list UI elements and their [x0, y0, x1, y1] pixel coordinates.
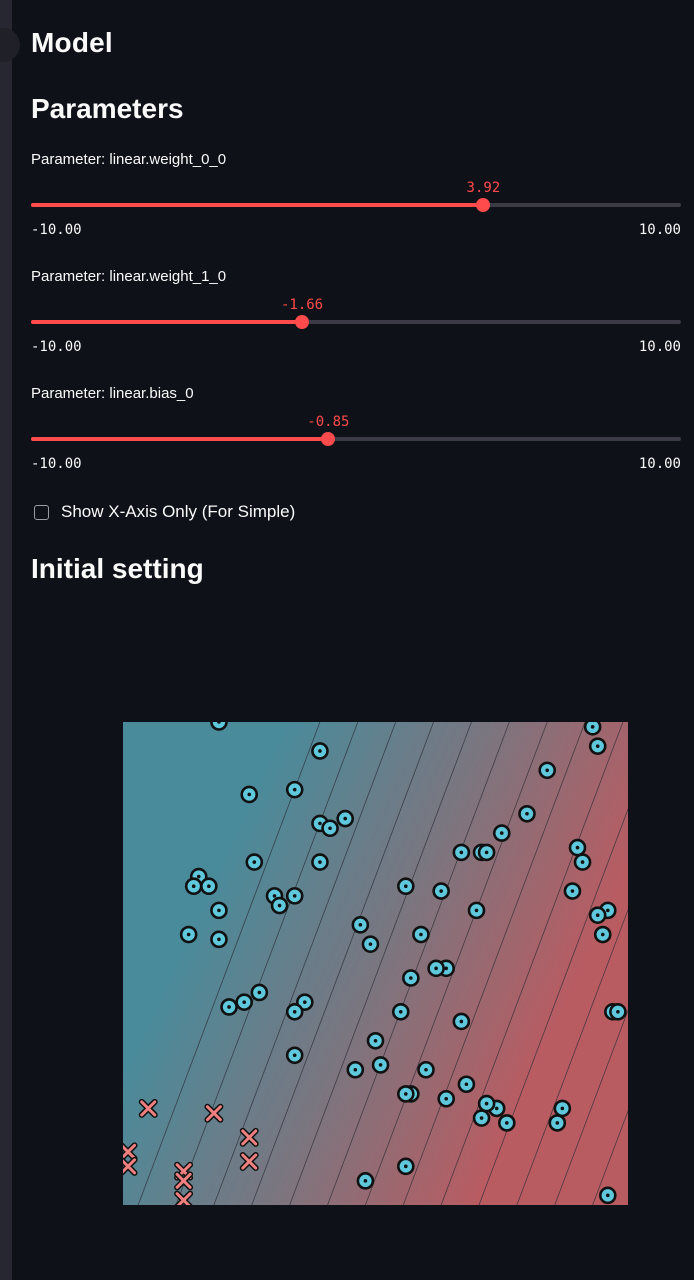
class-0-point	[518, 804, 536, 823]
class-0-point	[285, 1046, 304, 1065]
class-0-point	[598, 1186, 617, 1205]
class-0-point	[371, 1056, 390, 1074]
slider-max-label: 10.00	[638, 222, 681, 238]
show-x-axis-only-checkbox[interactable]: Show X-Axis Only (For Simple)	[34, 502, 295, 522]
slider-thumb[interactable]	[321, 432, 336, 446]
slider-thumb[interactable]	[476, 198, 491, 212]
slider-value: -0.85	[307, 414, 350, 430]
class-0-point	[417, 1060, 435, 1079]
class-0-point	[391, 1002, 410, 1021]
class-0-point	[583, 722, 602, 736]
class-0-point	[402, 969, 420, 987]
class-0-point	[432, 882, 450, 900]
class-0-point	[285, 780, 304, 799]
slider-label-weight-1-0: Parameter: linear.weight_1_0	[31, 268, 227, 285]
class-0-point	[210, 901, 228, 920]
class-0-point	[366, 1031, 385, 1050]
slider-value: -1.66	[280, 297, 324, 313]
class-0-point	[270, 896, 289, 915]
class-0-point	[452, 1012, 471, 1031]
class-0-point	[179, 925, 198, 944]
class-0-point	[321, 819, 339, 838]
class-0-point	[427, 959, 445, 978]
checkbox-box[interactable]	[34, 504, 49, 520]
class-0-point	[240, 785, 259, 804]
page-title: Model	[31, 27, 113, 58]
initial-setting-heading: Initial setting	[31, 553, 204, 584]
sidebar-rail	[0, 0, 20, 1280]
class-0-point	[568, 838, 587, 857]
class-0-point	[396, 1157, 415, 1176]
slider-weight-0-0[interactable]: 3.92 -10.00 10.00	[31, 180, 681, 238]
class-0-point	[210, 722, 228, 731]
slider-min-label: -10.00	[31, 339, 82, 355]
class-0-point	[361, 935, 380, 953]
class-0-point	[573, 853, 592, 871]
class-0-point	[235, 993, 253, 1011]
slider-fill	[31, 437, 329, 441]
class-0-point	[285, 887, 304, 905]
checkbox-label: Show X-Axis Only (For Simple)	[61, 502, 296, 521]
class-0-point	[412, 925, 430, 944]
class-0-point	[588, 737, 607, 755]
class-0-point	[396, 877, 415, 896]
class-0-point	[437, 1089, 456, 1108]
class-0-point	[563, 882, 582, 900]
parameters-heading: Parameters	[31, 93, 184, 124]
class-0-point	[467, 901, 486, 920]
slider-min-label: -10.00	[31, 456, 82, 472]
class-0-point	[285, 1002, 304, 1021]
class-0-point	[245, 853, 264, 871]
plot-background	[123, 722, 628, 1205]
slider-label-bias-0: Parameter: linear.bias_0	[31, 385, 194, 402]
slider-label-weight-0-0: Parameter: linear.weight_0_0	[31, 151, 227, 168]
class-0-point	[477, 843, 496, 862]
class-0-point	[457, 1075, 476, 1094]
class-0-point	[311, 853, 329, 871]
slider-value: 3.92	[466, 180, 501, 196]
slider-min-label: -10.00	[31, 222, 82, 238]
decision-boundary-plot	[123, 722, 628, 1205]
class-0-point	[220, 998, 238, 1016]
slider-fill	[31, 203, 484, 207]
class-0-point	[356, 1172, 375, 1190]
class-0-point	[477, 1094, 496, 1113]
class-0-point	[210, 930, 228, 949]
slider-max-label: 10.00	[638, 456, 681, 472]
class-0-point	[593, 925, 612, 944]
slider-bias-0[interactable]: -0.85 -10.00 10.00	[31, 414, 681, 472]
class-0-point	[472, 1109, 491, 1127]
class-0-point	[396, 1085, 415, 1103]
class-0-point	[553, 1099, 572, 1118]
class-0-point	[311, 742, 329, 760]
class-0-point	[497, 1114, 516, 1132]
class-0-point	[184, 877, 203, 896]
slider-fill	[31, 320, 303, 324]
class-0-point	[492, 824, 511, 842]
class-0-point	[609, 1002, 627, 1021]
class-0-point	[452, 843, 471, 862]
slider-thumb[interactable]	[295, 315, 310, 329]
class-0-point	[336, 809, 354, 828]
class-0-point	[346, 1060, 365, 1079]
slider-max-label: 10.00	[638, 339, 681, 355]
class-0-point	[548, 1114, 567, 1132]
class-0-point	[351, 916, 370, 934]
class-0-point	[588, 906, 607, 924]
class-0-point	[250, 983, 269, 1002]
sidebar-collapse-handle[interactable]	[0, 28, 20, 62]
slider-weight-1-0[interactable]: -1.66 -10.00 10.00	[31, 297, 681, 355]
class-0-point	[200, 877, 218, 896]
class-0-point	[538, 761, 557, 780]
